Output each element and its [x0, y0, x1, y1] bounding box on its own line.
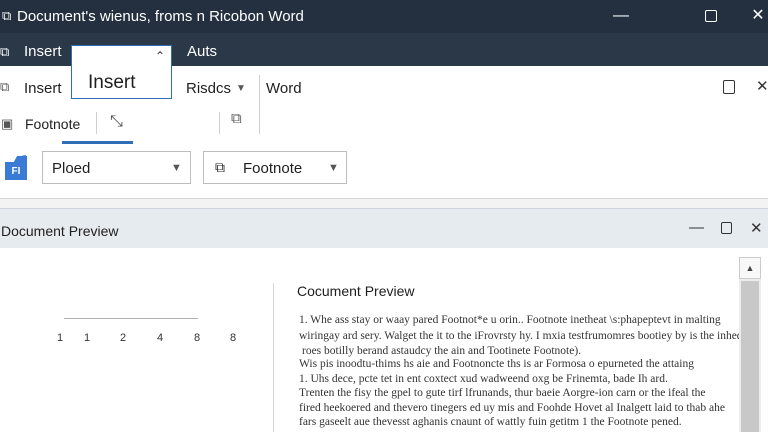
ruler-number: 8	[194, 332, 201, 344]
maximize-icon	[705, 9, 717, 22]
page-icon: ⧉	[215, 159, 225, 175]
scroll-thumb[interactable]	[741, 281, 759, 432]
ruler-number: 1	[84, 332, 91, 344]
preview-title: Document Preview	[1, 223, 119, 239]
insert-tab-icon: ⧉	[0, 44, 10, 59]
dropdown-value: Ploed	[52, 160, 91, 177]
ruler-number: 1	[57, 332, 64, 344]
title-bar: ⧉ Document's wienus, froms n Ricobon Wor…	[0, 0, 768, 33]
close-button[interactable]: ✕	[745, 3, 768, 29]
paragraph-line: Wis pis inoodtu-thims hs aie and Footnon…	[299, 358, 694, 370]
ruler-number: 4	[157, 332, 164, 344]
paragraph-line: 1. Whe ass stay or waay pared Footnot*e …	[299, 314, 721, 326]
scroll-up-button[interactable]: ▲	[739, 257, 761, 279]
ruler-number: 8	[230, 332, 237, 344]
minimize-button[interactable]: —	[689, 219, 704, 236]
arrow-icon: ➚	[18, 151, 29, 165]
chevron-down-icon: ▼	[171, 162, 182, 174]
ribbon-divider	[259, 75, 260, 134]
ribbon-divider	[219, 112, 220, 134]
ribbon-close-icon[interactable]: ✕	[756, 77, 768, 95]
footnote-dropdown[interactable]: ⧉ Footnote ▼	[203, 151, 347, 184]
paragraph-line: fars gaseelt aue thevesst aghanis cnaunt…	[299, 416, 682, 428]
chevron-down-icon: ▼	[328, 162, 339, 174]
paragraph-line: Trenten the fisy the gpel to gute tirf l…	[299, 387, 706, 399]
chevron-up-icon[interactable]: ⌃	[155, 49, 165, 63]
tab-auts[interactable]: Auts	[187, 43, 217, 60]
minimize-button[interactable]: —	[608, 3, 634, 29]
footnote-button[interactable]: Footnote	[25, 116, 80, 132]
pane-divider	[273, 283, 274, 432]
footnote-icon: ▣	[1, 116, 14, 131]
paragraph-line: wiringay ard sery. Walget the it to the …	[299, 330, 743, 342]
word-button[interactable]: Word	[266, 80, 302, 97]
page-title: Cocument Preview	[297, 283, 415, 299]
paragraph-line: roes botilly berand astaudcy the ain and…	[302, 345, 582, 357]
insert-popup[interactable]: ⌃ Insert	[71, 45, 172, 99]
close-button[interactable]: ✕	[750, 219, 763, 237]
tab-insert[interactable]: Insert	[24, 43, 62, 60]
active-underline	[62, 141, 133, 144]
chevron-down-icon[interactable]: ▼	[236, 83, 246, 94]
insert-button[interactable]: Insert	[24, 80, 62, 97]
restore-icon[interactable]	[723, 80, 735, 94]
ribbon-divider	[96, 112, 97, 134]
dropdown-value: Footnote	[243, 160, 303, 177]
document-preview-header: Document Preview — ✕	[0, 208, 768, 249]
document-icon: ⧉	[2, 8, 12, 23]
format-icon[interactable]: ⧉	[231, 110, 242, 127]
popup-label: Insert	[88, 72, 136, 93]
style-dropdown[interactable]: Ploed ▼	[42, 151, 191, 184]
ruler-number: 2	[120, 332, 127, 344]
maximize-button[interactable]	[698, 3, 724, 29]
window-title: Document's wienus, froms n Ricobon Word	[17, 8, 304, 25]
resize-icon[interactable]: ⤡	[110, 113, 123, 131]
paragraph-line: fired heekoered and thevero tinegers ed …	[299, 402, 725, 414]
maximize-icon[interactable]	[721, 222, 732, 234]
risdcs-button[interactable]: Risdcs	[186, 80, 231, 97]
paragraph-line: 1. Uhs dece, pcte tet in ent coxtect xud…	[299, 373, 668, 385]
ruler-line	[64, 318, 198, 319]
insert-icon: ⧉	[0, 79, 10, 94]
